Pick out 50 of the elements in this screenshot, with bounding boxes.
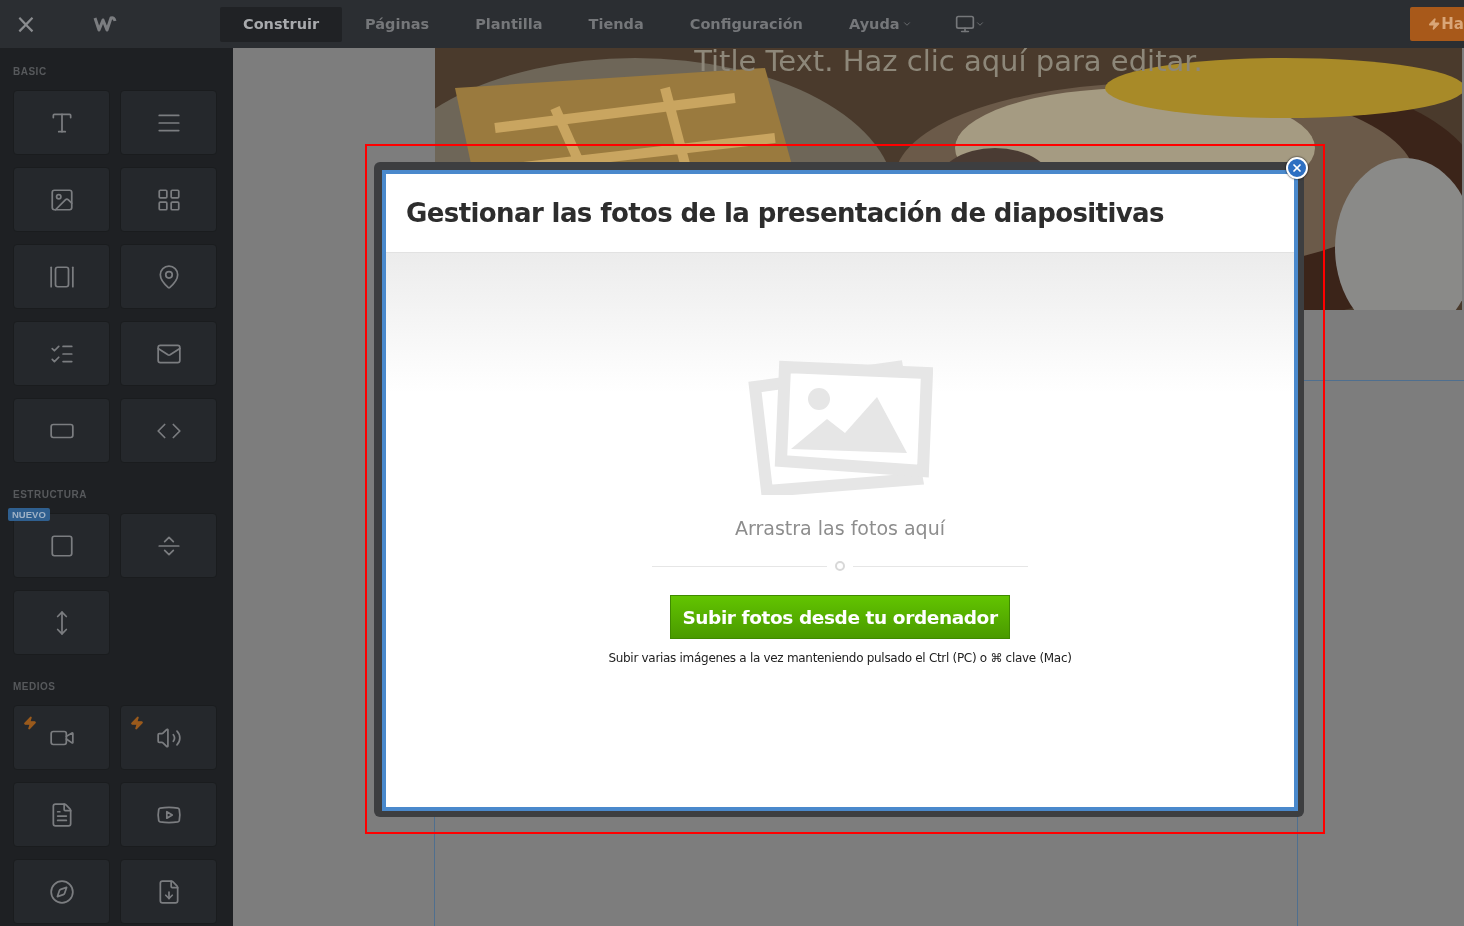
upload-button[interactable]: Subir fotos desde tu ordenador bbox=[670, 595, 1010, 639]
upload-hint: Subir varias imágenes a la vez manteniendo pulsado el Ctrl (PC) o ⌘ clave (Mac) bbox=[608, 651, 1072, 665]
section-heading: MEDIOS bbox=[13, 681, 57, 693]
upgrade-button[interactable]: Ha bbox=[1410, 7, 1464, 41]
nav-tab[interactable]: Construir bbox=[220, 6, 343, 42]
element-tile[interactable] bbox=[120, 782, 217, 847]
element-tile[interactable] bbox=[13, 590, 110, 655]
element-tile[interactable] bbox=[13, 398, 110, 463]
new-badge: NUEVO bbox=[8, 508, 50, 521]
nav-tab[interactable]: Plantilla bbox=[452, 6, 566, 42]
element-tile[interactable] bbox=[13, 90, 110, 155]
section-heading: ESTRUCTURA bbox=[13, 489, 88, 501]
monitor-icon bbox=[954, 14, 975, 34]
element-tile[interactable] bbox=[13, 705, 110, 770]
element-tile[interactable] bbox=[13, 513, 110, 578]
element-tile[interactable] bbox=[13, 859, 110, 924]
element-tile[interactable] bbox=[120, 513, 217, 578]
nav-tab[interactable]: Configuración bbox=[666, 6, 826, 42]
nav-tab[interactable]: Tienda bbox=[565, 6, 667, 42]
ring-icon bbox=[835, 561, 845, 571]
slideshow-icon bbox=[48, 263, 75, 290]
element-tile[interactable] bbox=[13, 244, 110, 309]
lightning-icon bbox=[23, 716, 37, 730]
device-preview-button[interactable] bbox=[954, 14, 985, 34]
hero-title[interactable]: Title Text. Haz clic aquí para editar. bbox=[435, 48, 1462, 79]
element-tile[interactable] bbox=[120, 90, 217, 155]
element-tile[interactable] bbox=[120, 705, 217, 770]
element-tile[interactable] bbox=[13, 167, 110, 232]
lightning-icon bbox=[130, 716, 144, 730]
close-icon bbox=[1291, 162, 1303, 174]
element-tile[interactable] bbox=[13, 321, 110, 386]
section-heading: BASIC bbox=[13, 66, 48, 78]
element-tile[interactable] bbox=[120, 244, 217, 309]
image-icon bbox=[48, 186, 75, 213]
grid-icon bbox=[155, 186, 182, 213]
element-tile[interactable] bbox=[13, 782, 110, 847]
compass-icon bbox=[48, 878, 75, 905]
caret-icon bbox=[974, 19, 985, 29]
nav-tab[interactable]: Ayuda bbox=[825, 6, 935, 42]
element-tile[interactable] bbox=[120, 167, 217, 232]
element-tile[interactable] bbox=[120, 859, 217, 924]
rectangle-icon bbox=[48, 532, 75, 559]
logo-icon[interactable] bbox=[92, 15, 118, 33]
nav-tab[interactable]: Páginas bbox=[342, 6, 453, 42]
element-tile[interactable] bbox=[120, 398, 217, 463]
element-tile[interactable] bbox=[120, 321, 217, 386]
close-button[interactable]: × bbox=[0, 0, 52, 48]
drop-hint: Arrastra las fotos aquí bbox=[735, 517, 945, 539]
dialog-title: Gestionar las fotos de la presentación de diapositivas bbox=[406, 198, 1164, 228]
lightning-icon bbox=[1428, 17, 1441, 31]
